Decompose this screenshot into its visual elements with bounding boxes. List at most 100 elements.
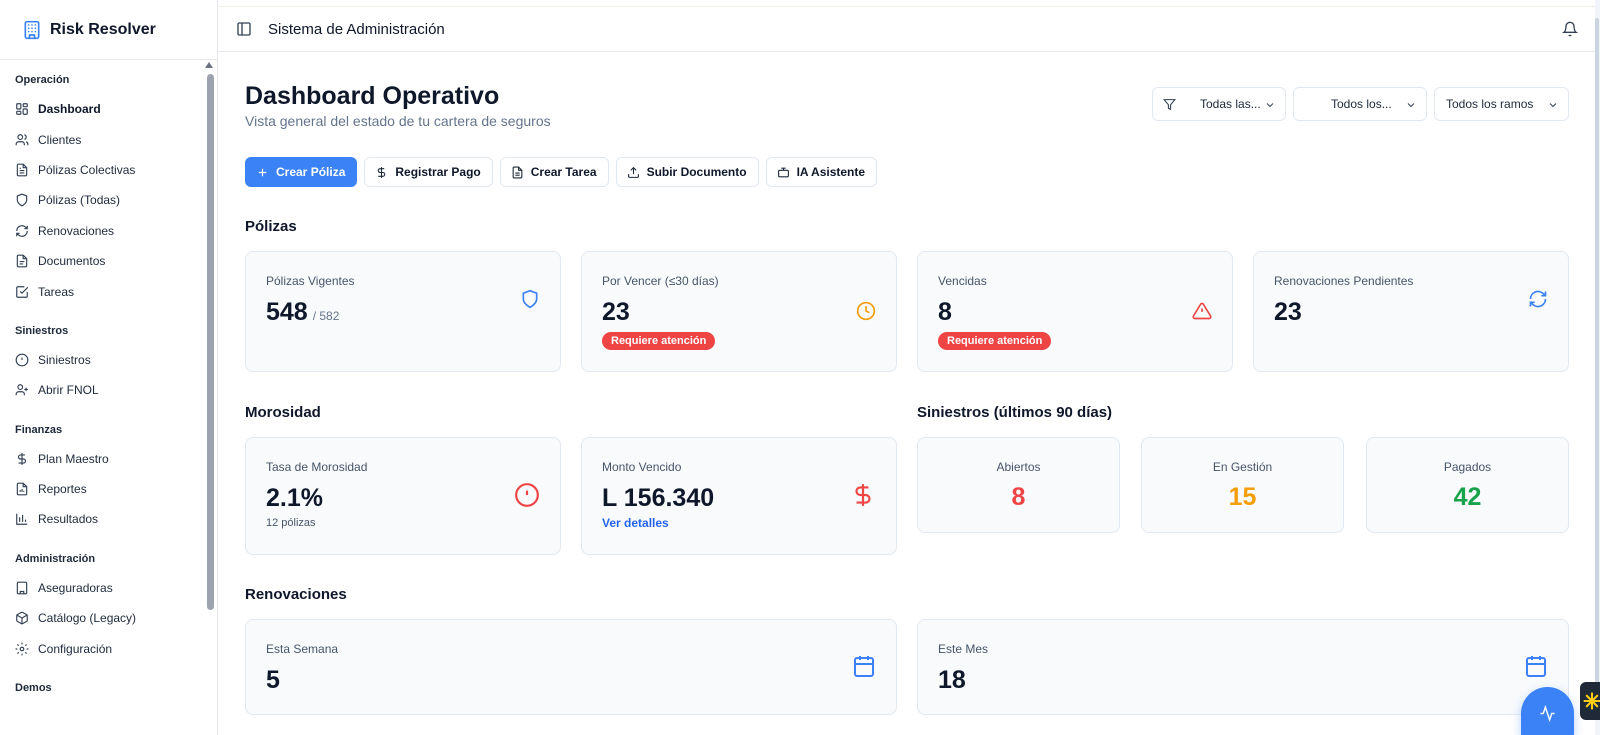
- stat-en-gestion[interactable]: En Gestión 15: [1141, 437, 1344, 533]
- top-header: Sistema de Administración: [218, 6, 1600, 52]
- sidebar-scrollbar-thumb[interactable]: [207, 74, 214, 610]
- button-label: Registrar Pago: [395, 165, 481, 179]
- sidebar-item-label: Pólizas Colectivas: [38, 162, 136, 177]
- registrar-pago-button[interactable]: Registrar Pago: [364, 157, 493, 187]
- filter-select-ramos[interactable]: Todos los ramos: [1434, 87, 1569, 121]
- card-vencidas[interactable]: Vencidas 8 Requiere atención: [917, 251, 1233, 372]
- ia-asistente-button[interactable]: IA Asistente: [765, 157, 878, 187]
- gear-icon: [15, 642, 29, 656]
- sidebar-item-documentos[interactable]: Documentos: [15, 246, 217, 276]
- sidebar-item-dashboard[interactable]: Dashboard: [15, 94, 217, 124]
- card-por-vencer[interactable]: Por Vencer (≤30 días) 23 Requiere atenci…: [581, 251, 897, 372]
- sidebar-item-clientes[interactable]: Clientes: [15, 124, 217, 154]
- sidebar-section-administracion: Administración Aseguradoras Catálogo (Le…: [0, 535, 217, 664]
- card-label: Monto Vencido: [602, 460, 682, 474]
- button-label: IA Asistente: [796, 165, 866, 179]
- section-title-morosidad: Morosidad: [245, 404, 321, 421]
- alert-circle-icon: [15, 353, 29, 367]
- sidebar-section-finanzas: Finanzas Plan Maestro Reportes Resultado…: [0, 406, 217, 535]
- card-value: 23: [602, 298, 630, 326]
- activity-icon: [1540, 705, 1555, 722]
- sidebar-section-demos: Demos: [0, 664, 217, 694]
- filter-value: Todas las...: [1200, 97, 1261, 111]
- card-value: 2.1%: [266, 484, 323, 512]
- sidebar-item-tareas[interactable]: Tareas: [15, 276, 217, 306]
- sidebar-item-siniestros[interactable]: Siniestros: [15, 345, 217, 375]
- card-label: Renovaciones Pendientes: [1274, 274, 1414, 288]
- extension-widget[interactable]: [1580, 682, 1600, 720]
- stat-abiertos[interactable]: Abiertos 8: [917, 437, 1120, 533]
- shield-icon: [520, 289, 540, 309]
- filter-select-1[interactable]: Todas las...: [1152, 87, 1286, 121]
- sidebar: Risk Resolver Operación Dashboard Client…: [0, 0, 218, 735]
- sidebar-item-label: Siniestros: [38, 352, 91, 367]
- file-text-icon: [15, 163, 29, 177]
- sidebar-item-label: Tareas: [38, 284, 75, 299]
- stat-label: Pagados: [1443, 460, 1492, 474]
- bell-icon[interactable]: [1562, 21, 1578, 37]
- dollar-icon: [850, 482, 876, 508]
- sidebar-item-renovaciones[interactable]: Renovaciones: [15, 216, 217, 246]
- sidebar-item-label: Pólizas (Todas): [38, 193, 121, 208]
- report-icon: [15, 482, 29, 496]
- sidebar-item-resultados[interactable]: Resultados: [15, 504, 217, 534]
- sidebar-item-label: Dashboard: [38, 102, 101, 117]
- upload-icon: [627, 166, 640, 179]
- sidebar-item-label: Configuración: [38, 641, 113, 656]
- sidebar-item-abrir-fnol[interactable]: Abrir FNOL: [15, 375, 217, 405]
- card-esta-semana[interactable]: Esta Semana 5: [245, 619, 897, 715]
- stat-pagados[interactable]: Pagados 42: [1366, 437, 1569, 533]
- sidebar-item-reportes[interactable]: Reportes: [15, 474, 217, 504]
- card-este-mes[interactable]: Este Mes 18: [917, 619, 1569, 715]
- filters-bar: Todas las... Todos los... Todos los ramo…: [1152, 87, 1569, 121]
- card-value: 23: [1274, 298, 1302, 326]
- sidebar-item-label: Reportes: [38, 482, 87, 497]
- card-renovaciones-pendientes[interactable]: Renovaciones Pendientes 23: [1253, 251, 1569, 372]
- scroll-up-arrow[interactable]: [205, 62, 213, 68]
- plus-icon: [256, 166, 269, 179]
- sidebar-item-configuracion[interactable]: Configuración: [15, 633, 217, 663]
- polizas-total: / 582: [312, 309, 340, 323]
- card-label: Vencidas: [938, 274, 987, 288]
- sidebar-item-label: Catálogo (Legacy): [38, 611, 137, 626]
- button-label: Subir Documento: [646, 165, 747, 179]
- filter-select-2[interactable]: Todos los...: [1293, 87, 1427, 121]
- sidebar-item-label: Resultados: [38, 512, 99, 527]
- sidebar-item-polizas-todas[interactable]: Pólizas (Todas): [15, 185, 217, 215]
- sidebar-section-operacion: Operación Dashboard Clientes Pólizas Col…: [0, 60, 217, 307]
- crear-tarea-button[interactable]: Crear Tarea: [499, 157, 609, 187]
- quick-actions: Crear Póliza Registrar Pago Crear Tarea …: [245, 157, 878, 187]
- dollar-icon: [15, 452, 29, 466]
- subir-documento-button[interactable]: Subir Documento: [615, 157, 759, 187]
- card-value: 8: [938, 298, 952, 326]
- layout-dashboard-icon: [15, 102, 29, 116]
- refresh-icon: [15, 224, 29, 238]
- card-label: Por Vencer (≤30 días): [602, 274, 719, 288]
- building-icon: [15, 581, 29, 595]
- stat-value: 8: [1011, 483, 1026, 511]
- card-monto-vencido[interactable]: Monto Vencido L 156.340 Ver detalles: [581, 437, 897, 555]
- sidebar-item-catalogo[interactable]: Catálogo (Legacy): [15, 603, 217, 633]
- card-polizas-vigentes[interactable]: Pólizas Vigentes 548 / 582: [245, 251, 561, 372]
- sidebar-toggle-icon[interactable]: [236, 21, 252, 37]
- crear-poliza-button[interactable]: Crear Póliza: [245, 157, 358, 187]
- filter-icon: [1163, 98, 1176, 111]
- card-tasa-morosidad[interactable]: Tasa de Morosidad 2.1% 12 pólizas: [245, 437, 561, 555]
- brand[interactable]: Risk Resolver: [0, 0, 217, 60]
- sidebar-item-plan-maestro[interactable]: Plan Maestro: [15, 444, 217, 474]
- shield-icon: [15, 193, 29, 207]
- activity-fab-button[interactable]: [1521, 687, 1574, 735]
- header-title: Sistema de Administración: [268, 20, 445, 38]
- bar-chart-icon: [15, 512, 29, 526]
- sidebar-item-label: Renovaciones: [38, 223, 115, 238]
- page-scrollbar-thumb[interactable]: [1595, 18, 1599, 690]
- sidebar-section-title: Demos: [15, 681, 52, 694]
- refresh-icon: [1528, 289, 1548, 309]
- user-plus-icon: [15, 383, 29, 397]
- card-value: 548 / 582: [266, 298, 339, 327]
- page-scrollbar[interactable]: [1595, 0, 1600, 735]
- ver-detalles-link[interactable]: Ver detalles: [602, 516, 669, 530]
- sidebar-item-polizas-colectivas[interactable]: Pólizas Colectivas: [15, 155, 217, 185]
- sidebar-item-aseguradoras[interactable]: Aseguradoras: [15, 573, 217, 603]
- stat-value: 15: [1228, 483, 1257, 511]
